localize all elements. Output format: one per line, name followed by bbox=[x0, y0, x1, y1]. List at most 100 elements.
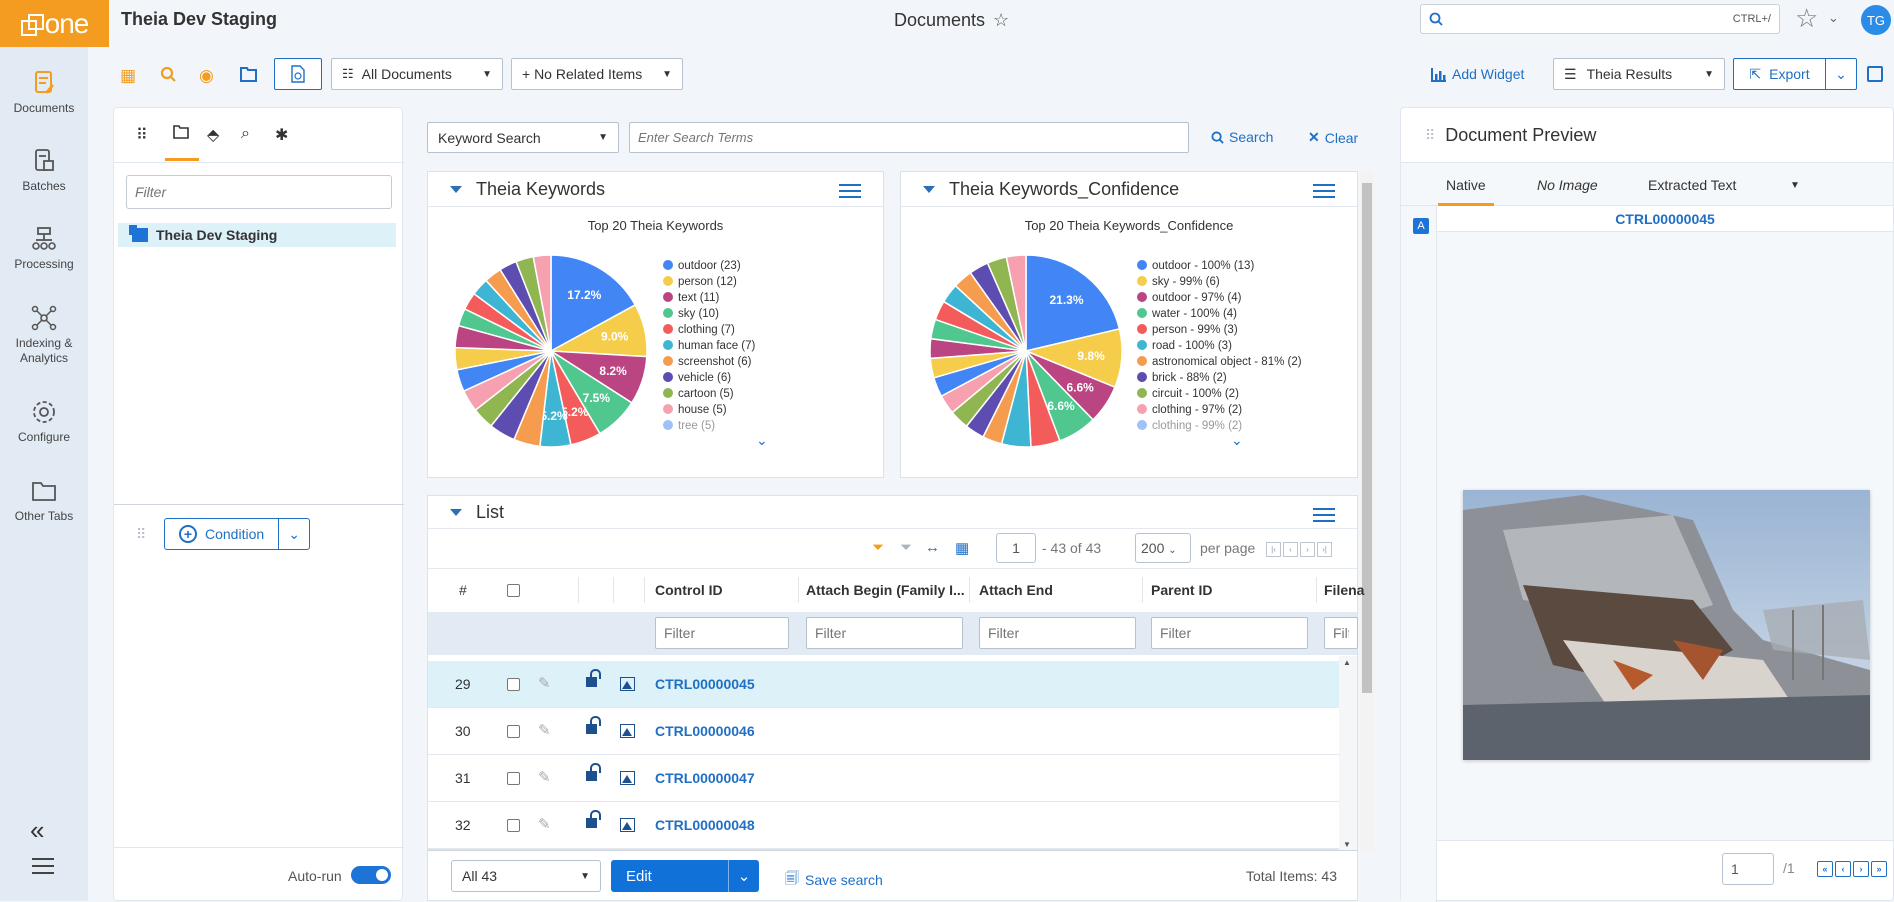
image-icon[interactable] bbox=[620, 771, 635, 785]
edit-pencil-icon[interactable]: ✎ bbox=[538, 721, 551, 739]
table-row[interactable]: 32 ✎ CTRL00000048 bbox=[428, 802, 1339, 849]
last-page-icon[interactable]: ›| bbox=[1317, 542, 1332, 557]
related-items-select[interactable]: + No Related Items ▼ bbox=[511, 58, 683, 90]
condition-dropdown-chevron-icon[interactable]: ⌄ bbox=[279, 519, 309, 549]
hamburger-menu-icon[interactable] bbox=[32, 858, 54, 879]
folder-browse-icon[interactable] bbox=[240, 66, 257, 87]
per-page-select[interactable]: 200 ⌄ bbox=[1135, 533, 1191, 563]
collapse-triangle-icon[interactable] bbox=[450, 508, 462, 516]
unlock-icon[interactable] bbox=[586, 763, 601, 781]
nav-item-batches[interactable]: Batches bbox=[0, 147, 88, 194]
unlock-icon[interactable] bbox=[586, 716, 601, 734]
column-header-control-id[interactable]: Control ID bbox=[655, 582, 723, 598]
favorites-chevron-icon[interactable]: ⌄ bbox=[1828, 10, 1839, 26]
folder-tab-icon[interactable] bbox=[173, 125, 189, 144]
preview-document-id[interactable]: CTRL00000045 bbox=[1437, 206, 1893, 232]
export-button[interactable]: ⇱ Export bbox=[1734, 59, 1826, 89]
next-page-icon[interactable]: › bbox=[1853, 861, 1869, 877]
legend-item[interactable]: astronomical object - 81% (2) bbox=[1137, 354, 1302, 370]
filter-control-id[interactable] bbox=[655, 617, 789, 649]
column-header-attach-begin[interactable]: Attach Begin (Family I... bbox=[806, 582, 965, 598]
preview-page-input[interactable]: 1 bbox=[1722, 853, 1774, 885]
favorite-star-icon[interactable]: ☆ bbox=[993, 10, 1009, 31]
table-row[interactable]: 30 ✎ CTRL00000046 bbox=[428, 708, 1339, 755]
text-annotation-icon[interactable]: A bbox=[1413, 218, 1429, 234]
legend-item[interactable]: screenshot (6) bbox=[663, 354, 755, 370]
search-mode-select[interactable]: Keyword Search ▼ bbox=[427, 122, 619, 153]
legend-item[interactable]: outdoor - 97% (4) bbox=[1137, 290, 1302, 306]
row-checkbox[interactable] bbox=[507, 725, 520, 738]
global-search[interactable]: CTRL+/ bbox=[1420, 4, 1780, 34]
search-toggle-icon[interactable] bbox=[160, 66, 177, 88]
control-id-link[interactable]: CTRL00000046 bbox=[655, 723, 755, 739]
preview-eye-icon[interactable]: ◉ bbox=[199, 66, 214, 86]
drag-handle-icon[interactable]: ⠿ bbox=[136, 125, 148, 145]
next-page-icon[interactable]: › bbox=[1300, 542, 1315, 557]
legend-item[interactable]: brick - 88% (2) bbox=[1137, 370, 1302, 386]
table-row[interactable]: 31 ✎ CTRL00000047 bbox=[428, 755, 1339, 802]
scroll-down-icon[interactable]: ▼ bbox=[1343, 840, 1351, 849]
column-header-parent-id[interactable]: Parent ID bbox=[1151, 582, 1212, 598]
autorun-toggle[interactable] bbox=[351, 866, 391, 884]
tab-no-image[interactable]: No Image bbox=[1537, 177, 1598, 193]
first-page-icon[interactable]: « bbox=[1817, 861, 1833, 877]
clear-filter-icon[interactable]: ⏷ bbox=[900, 539, 912, 556]
select-all-checkbox[interactable] bbox=[507, 584, 520, 597]
scope-select[interactable]: All 43 ▼ bbox=[451, 860, 601, 892]
search-terms-input[interactable] bbox=[629, 122, 1189, 153]
edit-pencil-icon[interactable]: ✎ bbox=[538, 674, 551, 692]
legend-item[interactable]: human face (7) bbox=[663, 338, 755, 354]
columns-grid-icon[interactable]: ▦ bbox=[955, 539, 969, 557]
unlock-icon[interactable] bbox=[586, 810, 601, 828]
save-search-button[interactable]: 🗐 Save search bbox=[785, 868, 883, 892]
filter-filename[interactable] bbox=[1324, 617, 1358, 649]
user-avatar[interactable]: TG bbox=[1861, 5, 1891, 35]
global-search-input[interactable] bbox=[1451, 11, 1733, 27]
image-icon[interactable] bbox=[620, 677, 635, 691]
legend-item[interactable]: sky - 99% (6) bbox=[1137, 274, 1302, 290]
app-logo[interactable]: one bbox=[0, 0, 109, 47]
export-dropdown-chevron-icon[interactable]: ⌄ bbox=[1826, 66, 1856, 83]
main-scrollbar[interactable] bbox=[1360, 171, 1374, 851]
nav-item-processing[interactable]: Processing bbox=[0, 225, 88, 272]
search-doc-tab-icon[interactable]: ⌕ bbox=[241, 125, 250, 143]
nav-item-documents[interactable]: Documents bbox=[0, 69, 88, 116]
edit-button[interactable]: Edit bbox=[611, 860, 729, 892]
nav-item-indexing-analytics[interactable]: Indexing & Analytics bbox=[0, 304, 88, 366]
collapse-nav-icon[interactable]: « bbox=[30, 815, 44, 846]
edit-pencil-icon[interactable]: ✎ bbox=[538, 768, 551, 786]
scroll-up-icon[interactable]: ▲ bbox=[1343, 658, 1351, 667]
legend-item[interactable]: text (11) bbox=[663, 290, 755, 306]
widget-menu-icon[interactable] bbox=[839, 184, 861, 202]
search-button[interactable]: Search bbox=[1211, 129, 1273, 145]
filter-attach-begin[interactable] bbox=[806, 617, 963, 649]
row-checkbox[interactable] bbox=[507, 678, 520, 691]
collapse-triangle-icon[interactable] bbox=[450, 185, 462, 193]
legend-item[interactable]: outdoor - 100% (13) bbox=[1137, 258, 1302, 274]
column-header-filename[interactable]: Filena bbox=[1324, 582, 1364, 598]
first-page-icon[interactable]: |‹ bbox=[1266, 542, 1281, 557]
add-condition-button[interactable]: + Condition bbox=[165, 519, 280, 549]
edit-pencil-icon[interactable]: ✎ bbox=[538, 815, 551, 833]
legend-item[interactable]: clothing - 99% (2) bbox=[1137, 418, 1302, 434]
add-document-button[interactable] bbox=[274, 58, 322, 90]
legend-item[interactable]: water - 100% (4) bbox=[1137, 306, 1302, 322]
prev-page-icon[interactable]: ‹ bbox=[1283, 542, 1298, 557]
row-checkbox[interactable] bbox=[507, 772, 520, 785]
list-scrollbar[interactable]: ▲ ▼ bbox=[1339, 656, 1357, 851]
asterisk-tab-icon[interactable]: ✱ bbox=[275, 125, 288, 145]
tab-extracted-text[interactable]: Extracted Text bbox=[1648, 177, 1736, 193]
legend-more-chevron-icon[interactable]: ⌄ bbox=[1231, 432, 1243, 449]
legend-item[interactable]: person (12) bbox=[663, 274, 755, 290]
filter-icon[interactable]: ⏷ bbox=[872, 539, 884, 556]
image-icon[interactable] bbox=[620, 724, 635, 738]
add-widget-button[interactable]: Add Widget bbox=[1431, 66, 1524, 82]
results-select[interactable]: ☰ Theia Results ▼ bbox=[1553, 58, 1725, 90]
prev-page-icon[interactable]: ‹ bbox=[1835, 861, 1851, 877]
legend-item[interactable]: outdoor (23) bbox=[663, 258, 755, 274]
layout-grid-icon[interactable] bbox=[1867, 66, 1883, 82]
filter-parent-id[interactable] bbox=[1151, 617, 1308, 649]
fit-columns-icon[interactable]: ↔ bbox=[925, 539, 940, 556]
legend-item[interactable]: tree (5) bbox=[663, 418, 755, 434]
view-select[interactable]: ☷ All Documents ▼ bbox=[331, 58, 503, 90]
